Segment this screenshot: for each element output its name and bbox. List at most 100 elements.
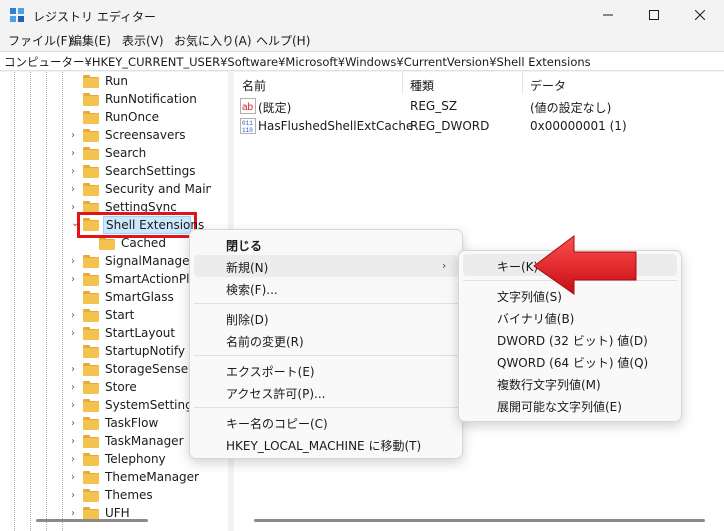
chevron-right-icon[interactable]: › xyxy=(71,364,81,376)
chevron-right-icon[interactable]: › xyxy=(71,274,81,286)
folder-icon xyxy=(83,435,99,448)
chevron-right-icon[interactable]: › xyxy=(71,130,81,142)
minimize-button[interactable] xyxy=(585,0,631,30)
chevron-right-icon[interactable]: › xyxy=(71,490,81,502)
value-name: (既定) xyxy=(258,101,292,115)
close-icon xyxy=(695,10,705,20)
submenu-item-expandable-string-value[interactable]: 展開可能な文字列値(E) xyxy=(463,394,677,416)
menu-item-export[interactable]: エクスポート(E) xyxy=(194,359,458,381)
menu-item-label: キー名のコピー(C) xyxy=(226,417,328,431)
folder-icon xyxy=(83,471,99,484)
column-data[interactable]: データ xyxy=(530,77,566,94)
chevron-right-icon[interactable]: › xyxy=(71,418,81,430)
value-data: 0x00000001 (1) xyxy=(530,119,627,133)
chevron-right-icon[interactable]: › xyxy=(71,310,81,322)
folder-icon xyxy=(83,147,99,160)
chevron-right-icon[interactable]: › xyxy=(71,328,81,340)
chevron-right-icon[interactable]: › xyxy=(71,400,81,412)
tree-item[interactable]: › SearchSettings xyxy=(0,163,228,181)
value-row[interactable]: ab (既定) REG_SZ (値の設定なし) xyxy=(234,97,724,115)
menu-item-label: 閉じる xyxy=(226,239,263,253)
tree-item[interactable]: › Security and Mainte xyxy=(0,181,228,199)
menu-item-find[interactable]: 検索(F)... xyxy=(194,277,458,299)
chevron-right-icon[interactable]: › xyxy=(71,472,81,484)
menu-item-label: アクセス許可(P)... xyxy=(226,387,326,401)
menu-item-label: エクスポート(E) xyxy=(226,365,315,379)
tree-item-label: RunOnce xyxy=(105,110,160,124)
tree-item-label: TaskFlow xyxy=(105,416,159,430)
minimize-icon xyxy=(603,14,613,16)
tree-item[interactable]: RunNotification xyxy=(0,91,228,109)
tree-item-label: SignalManager xyxy=(105,254,195,268)
string-value-icon: ab xyxy=(240,98,256,114)
maximize-button[interactable] xyxy=(631,0,677,30)
submenu-item-binary-value[interactable]: バイナリ値(B) xyxy=(463,306,677,328)
menu-item-delete[interactable]: 削除(D) xyxy=(194,307,458,329)
value-type: REG_SZ xyxy=(410,99,458,113)
menu-separator xyxy=(194,303,458,304)
chevron-right-icon[interactable]: › xyxy=(71,436,81,448)
menu-favorites[interactable]: お気に入り(A) xyxy=(174,32,252,49)
value-name: HasFlushedShellExtCache xyxy=(258,119,414,133)
column-type[interactable]: 種類 xyxy=(410,77,434,94)
submenu-item-dword-value[interactable]: DWORD (32 ビット) 値(D) xyxy=(463,328,677,350)
tree-item-label: Screensavers xyxy=(105,128,186,142)
close-button[interactable] xyxy=(677,0,723,30)
folder-icon xyxy=(99,237,115,250)
folder-icon xyxy=(83,327,99,340)
menu-help[interactable]: ヘルプ(H) xyxy=(256,32,310,49)
address-bar[interactable]: コンピューター¥HKEY_CURRENT_USER¥Software¥Micro… xyxy=(0,51,724,71)
folder-icon xyxy=(83,453,99,466)
menu-item-label: 検索(F)... xyxy=(226,283,278,297)
column-separator[interactable] xyxy=(522,72,523,94)
folder-icon xyxy=(83,255,99,268)
folder-icon xyxy=(83,183,99,196)
menu-file[interactable]: ファイル(F) xyxy=(8,32,72,49)
menu-item-new[interactable]: 新規(N) › xyxy=(194,255,458,277)
menu-item-label: 削除(D) xyxy=(226,313,269,327)
menu-view[interactable]: 表示(V) xyxy=(122,32,164,49)
menu-item-close[interactable]: 閉じる xyxy=(194,233,458,255)
submenu-item-multi-string-value[interactable]: 複数行文字列値(M) xyxy=(463,372,677,394)
chevron-right-icon[interactable]: › xyxy=(71,184,81,196)
menu-item-goto-hklm[interactable]: HKEY_LOCAL_MACHINE に移動(T) xyxy=(194,433,458,455)
column-separator[interactable] xyxy=(402,72,403,94)
binary-value-icon: 011 110 xyxy=(240,118,256,134)
chevron-down-icon[interactable]: ⌄ xyxy=(71,218,79,229)
window-title: レジストリ エディター xyxy=(33,10,156,24)
column-name[interactable]: 名前 xyxy=(242,77,266,94)
chevron-right-icon[interactable]: › xyxy=(71,256,81,268)
tree-item[interactable]: › Screensavers xyxy=(0,127,228,145)
tree-item[interactable]: › Search xyxy=(0,145,228,163)
folder-icon xyxy=(83,165,99,178)
folder-icon xyxy=(83,93,99,106)
maximize-icon xyxy=(649,10,659,20)
submenu-item-qword-value[interactable]: QWORD (64 ビット) 値(Q) xyxy=(463,350,677,372)
tree-item[interactable]: Run xyxy=(0,73,228,91)
value-row[interactable]: 011 110 HasFlushedShellExtCache REG_DWOR… xyxy=(234,117,724,135)
menu-item-copy-key-name[interactable]: キー名のコピー(C) xyxy=(194,411,458,433)
tree-item-label: Search xyxy=(105,146,147,160)
menu-item-label: 名前の変更(R) xyxy=(226,335,304,349)
tree-item[interactable]: RunOnce xyxy=(0,109,228,127)
chevron-right-icon[interactable]: › xyxy=(71,454,81,466)
tree-item[interactable]: › ThemeManager xyxy=(0,469,228,487)
red-arrow-icon xyxy=(533,235,637,295)
folder-icon xyxy=(83,363,99,376)
folder-icon xyxy=(83,345,99,358)
tree-item-label: StorageSense xyxy=(105,362,189,376)
chevron-right-icon[interactable]: › xyxy=(71,148,81,160)
chevron-right-icon[interactable]: › xyxy=(71,382,81,394)
menu-item-permissions[interactable]: アクセス許可(P)... xyxy=(194,381,458,403)
tree-horizontal-scrollbar[interactable] xyxy=(36,519,148,522)
list-horizontal-scrollbar[interactable] xyxy=(254,519,705,522)
chevron-right-icon[interactable]: › xyxy=(71,166,81,178)
menu-item-label: 展開可能な文字列値(E) xyxy=(497,400,622,414)
tree-item-label: TaskManager xyxy=(105,434,184,448)
svg-text:011: 011 xyxy=(242,120,253,127)
menu-edit[interactable]: 編集(E) xyxy=(70,32,111,49)
menu-item-rename[interactable]: 名前の変更(R) xyxy=(194,329,458,351)
tree-item[interactable]: › Themes xyxy=(0,487,228,505)
svg-text:ab: ab xyxy=(242,102,254,113)
tree-item-shell-extensions[interactable]: Shell Extensions xyxy=(106,218,204,232)
